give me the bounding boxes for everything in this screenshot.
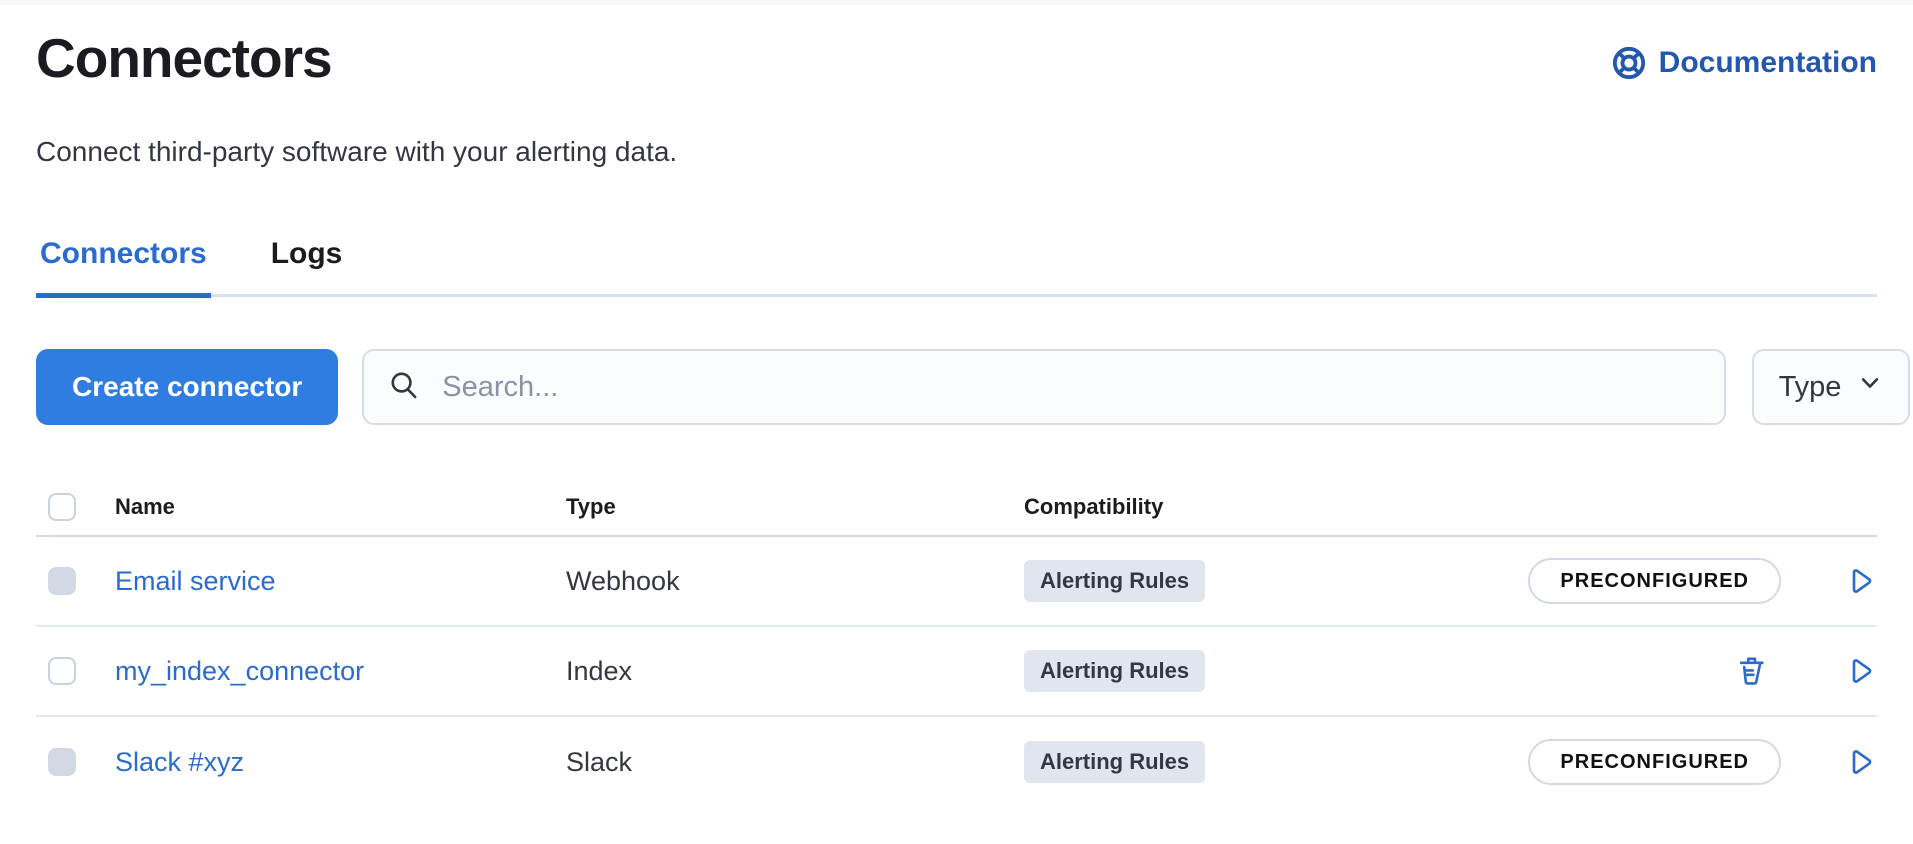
row-checkbox-cell — [36, 657, 115, 685]
page-header: Connectors Documentation — [36, 5, 1877, 89]
column-header-type: Type — [566, 494, 1024, 520]
search-icon — [388, 369, 420, 406]
compatibility-badge: Alerting Rules — [1024, 650, 1205, 692]
table-row: Email service Webhook Alerting Rules PRE… — [36, 537, 1877, 627]
chevron-down-icon — [1857, 370, 1883, 404]
tab-bar: Connectors Logs — [36, 237, 1877, 297]
documentation-link[interactable]: Documentation — [1611, 45, 1877, 81]
table-row: my_index_connector Index Alerting Rules — [36, 627, 1877, 717]
compatibility-badge: Alerting Rules — [1024, 560, 1205, 602]
play-icon[interactable] — [1843, 745, 1877, 779]
connectors-table: Name Type Compatibility Email service We… — [36, 479, 1877, 807]
row-actions: PRECONFIGURED — [1528, 739, 1877, 785]
row-checkbox[interactable] — [48, 657, 76, 685]
connector-type: Webhook — [566, 566, 1024, 597]
connector-type: Slack — [566, 747, 1024, 778]
play-icon[interactable] — [1843, 654, 1877, 688]
row-checkbox — [48, 748, 76, 776]
page-subtitle: Connect third-party software with your a… — [36, 135, 1877, 169]
row-checkbox-cell — [36, 748, 115, 776]
row-checkbox-cell — [36, 567, 115, 595]
select-all-checkbox[interactable] — [48, 493, 76, 521]
page-title: Connectors — [36, 27, 332, 89]
preconfigured-pill: PRECONFIGURED — [1528, 739, 1781, 785]
table-body: Email service Webhook Alerting Rules PRE… — [36, 537, 1877, 807]
preconfigured-pill: PRECONFIGURED — [1528, 558, 1781, 604]
search-input[interactable] — [442, 371, 1700, 404]
tab-connectors[interactable]: Connectors — [36, 237, 211, 298]
create-connector-button[interactable]: Create connector — [36, 349, 338, 425]
column-header-compatibility: Compatibility — [1024, 494, 1877, 520]
help-ring-icon — [1611, 45, 1647, 81]
search-box — [362, 349, 1726, 425]
row-checkbox — [48, 567, 76, 595]
connectors-page: Connectors Documentation Connect third-p… — [0, 5, 1913, 807]
type-filter-button[interactable]: Type — [1752, 349, 1910, 425]
row-actions: PRECONFIGURED — [1528, 558, 1877, 604]
toolbar: Create connector Type — [36, 349, 1877, 425]
header-checkbox-cell — [36, 493, 115, 521]
connector-name-link[interactable]: Slack #xyz — [115, 747, 244, 777]
compatibility-badge: Alerting Rules — [1024, 741, 1205, 783]
type-filter-label: Type — [1779, 371, 1842, 404]
documentation-label: Documentation — [1659, 46, 1877, 80]
table-row: Slack #xyz Slack Alerting Rules PRECONFI… — [36, 717, 1877, 807]
row-actions — [1735, 654, 1877, 688]
tab-logs[interactable]: Logs — [267, 237, 347, 298]
column-header-name: Name — [115, 494, 566, 520]
connector-name-link[interactable]: Email service — [115, 566, 276, 596]
trash-icon[interactable] — [1735, 654, 1769, 688]
connector-type: Index — [566, 656, 1024, 687]
table-header-row: Name Type Compatibility — [36, 479, 1877, 537]
connector-name-link[interactable]: my_index_connector — [115, 656, 364, 686]
play-icon[interactable] — [1843, 564, 1877, 598]
